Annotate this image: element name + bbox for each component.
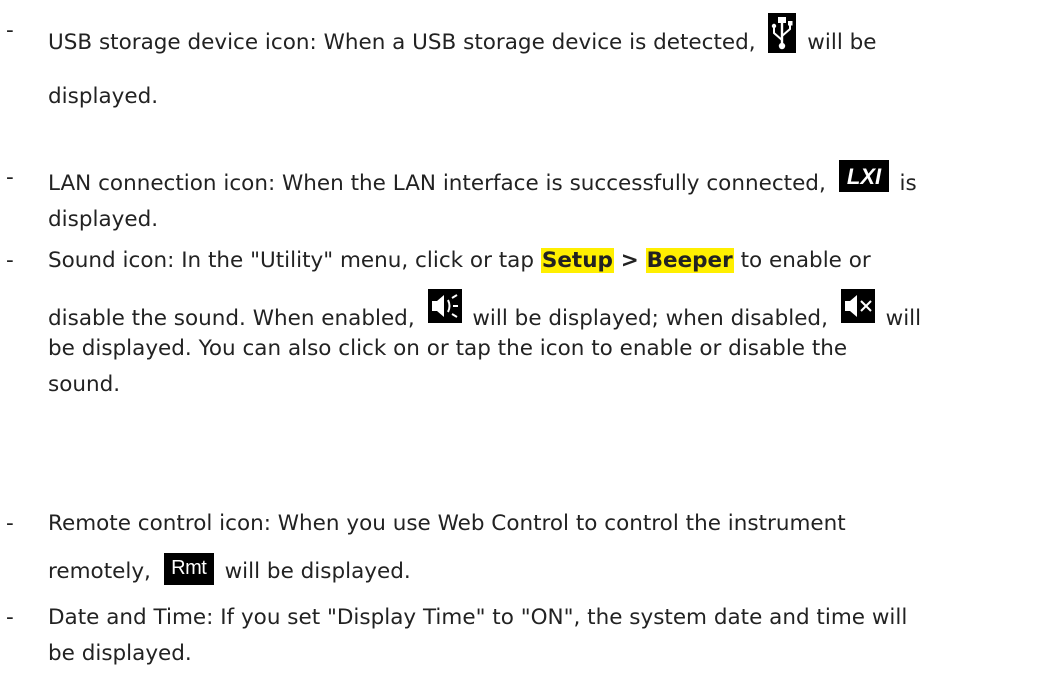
sound-text-part5: will bbox=[885, 306, 922, 331]
usb-text-part1: USB storage device icon: When a USB stor… bbox=[48, 30, 756, 55]
sound-text-part2: to enable or bbox=[740, 248, 871, 273]
lan-text-line2: displayed. bbox=[48, 207, 159, 232]
usb-icon bbox=[768, 13, 797, 53]
sound-text-line4: sound. bbox=[48, 372, 121, 397]
menu-beeper-label: Beeper bbox=[645, 248, 734, 273]
datetime-text-line2: be displayed. bbox=[48, 641, 192, 666]
sound-text-part1: Sound icon: In the "Utility" menu, click… bbox=[48, 248, 535, 273]
list-item-text: USB storage device icon: When a USB stor… bbox=[48, 13, 1059, 115]
sound-text-line3: be displayed. You can also click on or t… bbox=[48, 336, 848, 361]
menu-separator: > bbox=[620, 248, 639, 273]
sound-text-part3: disable the sound. When enabled, bbox=[48, 306, 415, 331]
lxi-icon-text: LXI bbox=[847, 164, 882, 189]
bullet-dash: - bbox=[6, 605, 14, 630]
sound-text-part4: will be displayed; when disabled, bbox=[472, 306, 828, 331]
list-item-text: Date and Time: If you set "Display Time"… bbox=[48, 600, 1059, 672]
list-item-text: Sound icon: In the "Utility" menu, click… bbox=[48, 243, 1059, 403]
rmt-icon: Rmt bbox=[163, 553, 214, 585]
list-item-text: Remote control icon: When you use Web Co… bbox=[48, 506, 1059, 594]
remote-text-part1: remotely, bbox=[48, 559, 151, 584]
datetime-text-line1: Date and Time: If you set "Display Time"… bbox=[48, 605, 908, 630]
bullet-dash: - bbox=[6, 165, 14, 190]
lan-text-part2: is bbox=[899, 171, 917, 196]
usb-text-line2: displayed. bbox=[48, 84, 159, 109]
speaker-on-icon bbox=[427, 289, 462, 323]
lxi-icon: LXI bbox=[838, 160, 889, 192]
bullet-dash: - bbox=[6, 248, 14, 273]
remote-text-part2: will be displayed. bbox=[224, 559, 411, 584]
bullet-dash: - bbox=[6, 18, 14, 43]
lan-text-part1: LAN connection icon: When the LAN interf… bbox=[48, 171, 826, 196]
bullet-dash: - bbox=[6, 511, 14, 536]
menu-setup-label: Setup bbox=[540, 248, 614, 273]
usb-text-part2: will be bbox=[807, 30, 877, 55]
list-item-text: LAN connection icon: When the LAN interf… bbox=[48, 160, 1059, 238]
speaker-mute-icon bbox=[840, 289, 875, 323]
document-body: - USB storage device icon: When a USB st… bbox=[0, 0, 1061, 680]
remote-text-line1: Remote control icon: When you use Web Co… bbox=[48, 511, 846, 536]
